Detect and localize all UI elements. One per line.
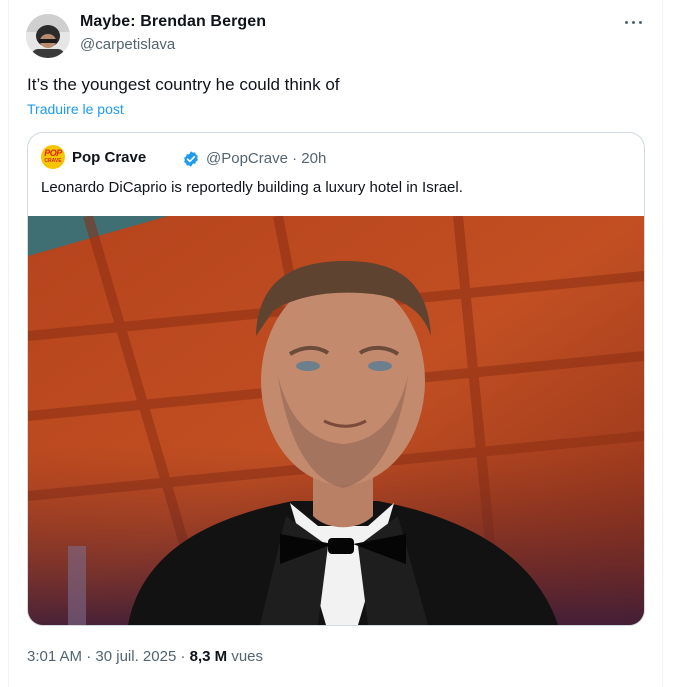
post-timestamp: 3:01 AM · 30 juil. 2025 · 8,3 M vues [27, 648, 264, 665]
tweet-text: It’s the youngest country he could think… [27, 75, 340, 94]
avatar-logo-text: POP [44, 148, 62, 158]
quote-text: Leonardo DiCaprio is reportedly building… [41, 179, 463, 196]
quote-handle-time[interactable]: @PopCrave · 20h [206, 150, 326, 167]
author-name[interactable]: Maybe: Brendan Bergen [80, 13, 266, 31]
quote-author-name[interactable]: Pop Crave [72, 149, 146, 166]
views-count: 8,3 M [189, 648, 228, 665]
quoted-post[interactable]: POP CRAVE Pop Crave @PopCrave · 20h Leon… [27, 132, 645, 626]
quote-author-avatar[interactable]: POP CRAVE [41, 145, 65, 169]
quote-photo[interactable] [28, 216, 644, 625]
more-dots-icon[interactable] [622, 12, 646, 32]
post-time: 3:01 AM [27, 648, 83, 665]
verified-badge-icon [184, 151, 198, 167]
post-time-link[interactable]: 3:01 AM · 30 juil. 2025 [27, 648, 176, 665]
views-label: vues [231, 648, 264, 665]
post-date: 30 juil. 2025 [95, 648, 177, 665]
translate-post-link[interactable]: Traduire le post [27, 101, 124, 117]
author-avatar[interactable] [26, 14, 70, 58]
avatar-logo-subtext: CRAVE [44, 158, 62, 164]
author-handle[interactable]: @carpetislava [80, 36, 175, 53]
